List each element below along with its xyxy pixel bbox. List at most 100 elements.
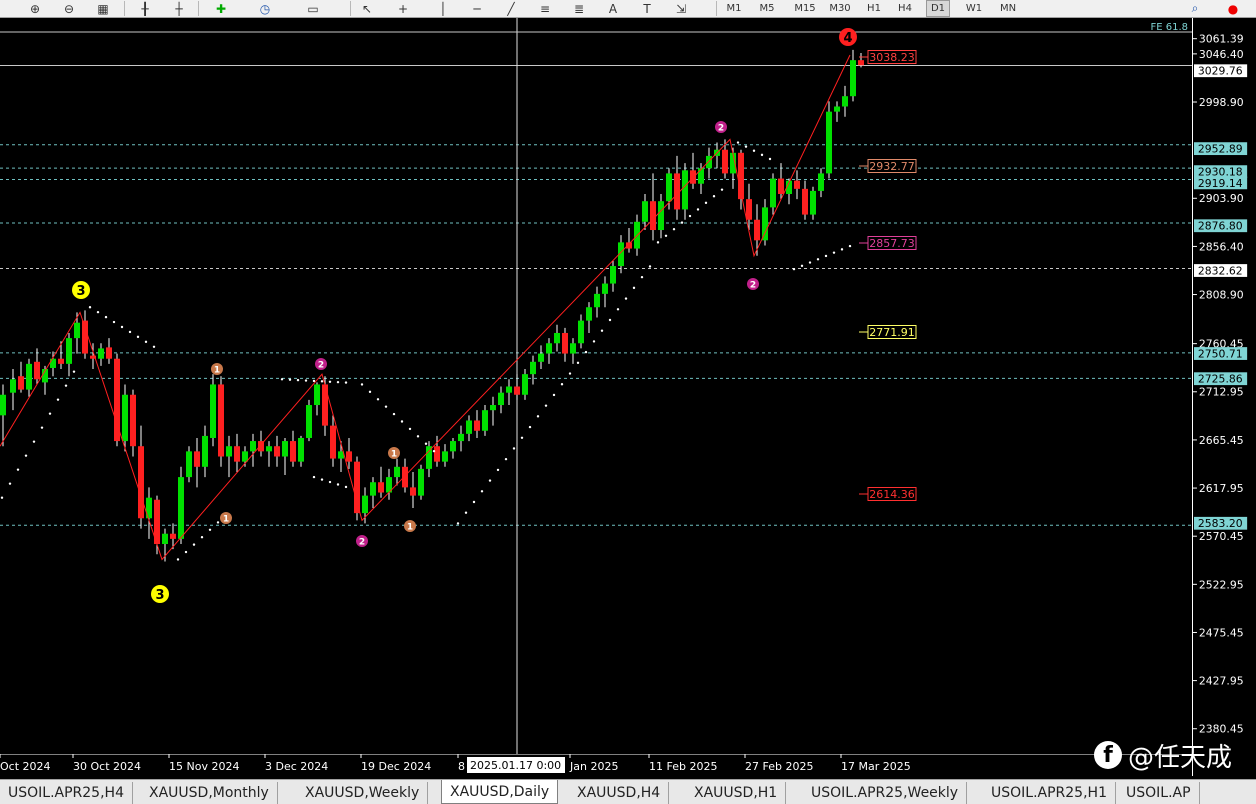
crosshair-icon[interactable]: +: [392, 0, 414, 17]
trendline-icon[interactable]: ╱: [500, 0, 522, 17]
candle-bull: [370, 482, 376, 496]
sar-dot: [56, 398, 60, 401]
chart-tab[interactable]: XAUUSD,Weekly: [297, 782, 429, 804]
candle-bull: [658, 201, 664, 231]
fibonacci-expansion-icon[interactable]: ≣: [568, 0, 590, 17]
vertical-line-icon[interactable]: │: [432, 0, 454, 17]
timeframe-w1[interactable]: W1: [962, 0, 986, 17]
price-tick-label: 2665.45: [1199, 434, 1244, 447]
price-line-label: 2725.86: [1198, 373, 1243, 386]
timeframe-mn[interactable]: MN: [996, 0, 1020, 17]
cursor-icon[interactable]: ↖: [356, 0, 378, 17]
horizontal-line-icon[interactable]: ─: [466, 0, 488, 17]
sar-dot: [752, 149, 756, 152]
candle-bear: [410, 487, 416, 496]
time-tick-label: 27 Feb 2025: [745, 760, 813, 773]
wave-label-text: 1: [391, 450, 397, 460]
price-tick-label: 2570.45: [1199, 530, 1244, 543]
sar-dot: [8, 482, 12, 485]
timeframe-h1[interactable]: H1: [862, 0, 886, 17]
candle-bull: [466, 420, 472, 434]
price-line-label: 2919.14: [1198, 177, 1243, 190]
fibonacci-icon[interactable]: ≡: [534, 0, 556, 17]
sar-dot: [768, 157, 772, 161]
candle-bear: [690, 170, 696, 184]
timeframe-m15[interactable]: M15: [790, 0, 820, 17]
timeframe-d1[interactable]: D1: [926, 0, 950, 17]
chart-tab[interactable]: XAUUSD,Monthly: [141, 782, 278, 804]
sar-dot: [312, 475, 316, 479]
chart-tab[interactable]: XAUUSD,H1: [686, 782, 787, 804]
facebook-icon: f: [1094, 741, 1122, 769]
candle-bear: [82, 320, 88, 354]
candle-bear: [194, 451, 200, 467]
level-value: 2857.73: [869, 237, 915, 250]
zoom-in-icon[interactable]: ⊕: [24, 0, 46, 17]
candle-bull: [834, 106, 840, 112]
sar-dot: [800, 264, 804, 268]
wave-label-3: 3: [72, 281, 90, 299]
alert-icon[interactable]: ●: [1222, 0, 1244, 17]
arrows-icon[interactable]: ⇲: [670, 0, 692, 17]
timeframe-m1[interactable]: M1: [722, 0, 746, 17]
time-tick-label: Oct 2024: [0, 760, 51, 773]
sar-dot: [456, 522, 460, 525]
search-icon[interactable]: ⌕: [1184, 0, 1206, 17]
text-label-icon[interactable]: T: [636, 0, 658, 17]
candle-bull: [178, 477, 184, 539]
price-chart[interactable]: FE 61.8 3 3 4 1 1 1 1 2 2 2 2 3038.23 2932.77 2857.73 2…: [0, 18, 1192, 776]
watermark: f @任天成: [1094, 737, 1232, 773]
price-tick-label: 2427.95: [1199, 675, 1244, 688]
sar-dot: [328, 480, 332, 484]
chart-tab[interactable]: XAUUSD,H4: [569, 782, 670, 804]
sar-dot: [400, 420, 404, 423]
sar-dot: [672, 228, 676, 231]
chart-tab[interactable]: XAUUSD,Daily: [441, 780, 559, 804]
wave-label-text: 2: [750, 281, 756, 291]
candle-bull: [610, 266, 616, 284]
candle-bear: [858, 60, 864, 66]
candle-bear: [746, 199, 752, 220]
timeframe-m5[interactable]: M5: [755, 0, 779, 17]
price-tick-label: 2617.95: [1199, 482, 1244, 495]
template-icon[interactable]: ▭: [302, 0, 324, 17]
chart-tab[interactable]: USOIL.APR25,Weekly: [803, 782, 968, 804]
time-tick-label: 30 Oct 2024: [73, 760, 141, 773]
chart-tab[interactable]: USOIL.AP: [1118, 782, 1200, 804]
candle-bull: [594, 293, 600, 308]
zoom-out-icon[interactable]: ⊖: [58, 0, 80, 17]
price-line-label: 3029.76: [1198, 65, 1243, 78]
timeframe-h4[interactable]: H4: [893, 0, 917, 17]
sar-dot: [64, 384, 68, 387]
sar-dot: [720, 188, 724, 191]
wave-label-text: 1: [407, 523, 413, 533]
candle-bear: [138, 446, 144, 519]
wave-label-text: 3: [76, 284, 85, 299]
tile-windows-icon[interactable]: ▦: [92, 0, 114, 17]
candle-bull: [394, 466, 400, 478]
sar-dot: [0, 496, 4, 499]
parabolic-sar: [0, 141, 852, 561]
sar-dot: [376, 398, 380, 401]
price-tick-label: 2998.90: [1199, 96, 1244, 109]
chart-tab[interactable]: USOIL.APR25,H4: [0, 782, 133, 804]
text-icon[interactable]: A: [602, 0, 624, 17]
clock-icon[interactable]: ◷: [254, 0, 276, 17]
chart-tab[interactable]: USOIL.APR25,H1: [983, 782, 1116, 804]
candle-bull: [770, 178, 776, 208]
sar-dot: [736, 141, 740, 144]
sar-dot: [24, 454, 28, 457]
sar-dot: [840, 248, 844, 251]
period-separator-icon[interactable]: ╂: [134, 0, 156, 17]
price-tick-label: 2380.45: [1199, 723, 1244, 736]
price-tick-label: 2856.40: [1199, 240, 1244, 253]
wave-label-text: 2: [318, 361, 324, 371]
new-indicator-icon[interactable]: ✚: [210, 0, 232, 17]
object-list-icon[interactable]: ┼: [168, 0, 190, 17]
candle-bear: [562, 332, 568, 354]
candle-bear: [354, 461, 360, 514]
sar-dot: [680, 221, 684, 224]
time-tick-label: 8: [458, 760, 465, 773]
time-axis: Oct 2024 30 Oct 2024 15 Nov 2024 3 Dec 2024…: [0, 754, 1192, 776]
timeframe-m30[interactable]: M30: [825, 0, 855, 17]
